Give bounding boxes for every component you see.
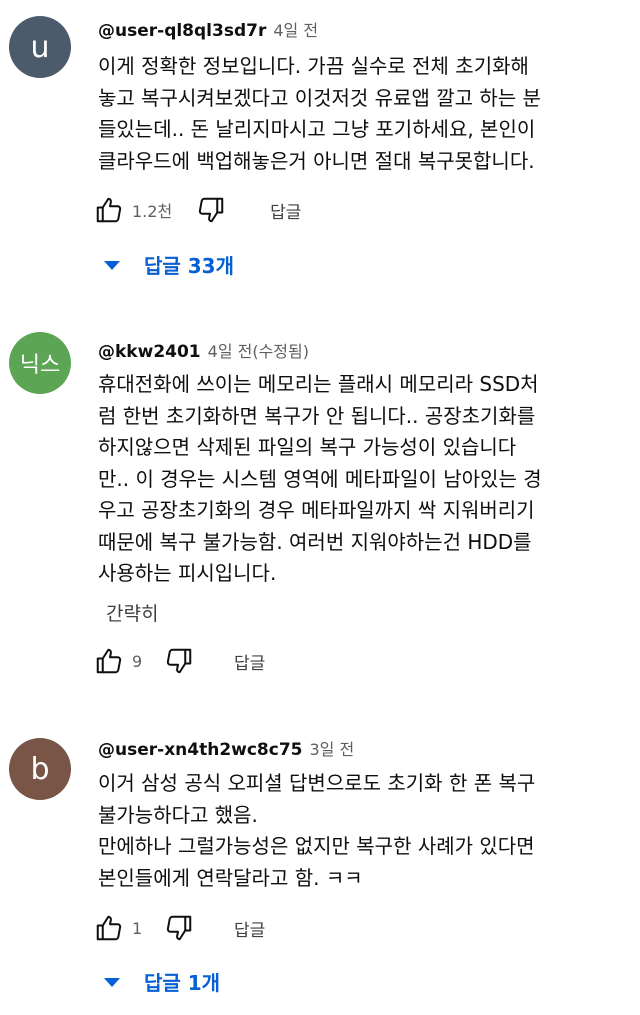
avatar-letter: b	[30, 751, 50, 787]
comment-text-line: 하지않으면 삭제된 파일의 복구 가능성이 있습니다	[98, 435, 517, 459]
thumbs-up-icon	[96, 648, 122, 674]
view-replies-label: 답글 1개	[144, 970, 221, 995]
comment-actions: 9 답글	[92, 643, 265, 679]
avatar-letter: 닉스	[19, 353, 61, 378]
avatar[interactable]: 닉스	[9, 332, 71, 394]
comment-time[interactable]: 4일 전(수정됨)	[208, 338, 309, 362]
comment-header: @kkw2401 4일 전(수정됨)	[98, 338, 309, 364]
comment-actions: 1.2천 답글	[92, 192, 301, 228]
comment-text-line: 본인들에게 연락달라고 함. ㅋㅋ	[98, 865, 363, 890]
comment-time[interactable]: 3일 전	[310, 736, 355, 760]
dislike-button[interactable]	[162, 911, 196, 945]
comment-text-line: 만에하나 그럴가능성은 없지만 복구한 사례가 있다면	[98, 834, 535, 858]
like-count: 1.2천	[132, 202, 173, 221]
thumbs-up-icon	[96, 197, 122, 223]
comment-text: 이거 삼성 공식 오피셜 답변으로도 초기화 한 폰 복구 불가능하다고 했음.…	[98, 768, 628, 894]
comment-actions: 1 답글	[92, 910, 265, 946]
comment-text-line: 때문에 복구 불가능함. 여러번 지워야하는건 HDD를	[98, 529, 532, 554]
comment-text-line: 럼 한번 초기화하면 복구가 안 됩니다.. 공장초기화를	[98, 403, 536, 428]
comment-author[interactable]: @kkw2401	[98, 342, 201, 362]
view-replies-button[interactable]: 답글 33개	[104, 249, 234, 279]
comment-text-line: 휴대전화에 쓰이는 메모리는 플래시 메모리라 SSD처	[98, 372, 539, 396]
thumbs-up-icon	[96, 915, 122, 941]
caret-down-icon	[104, 261, 120, 270]
comment-header: @user-ql8ql3sd7r 4일 전	[98, 17, 318, 43]
thumbs-down-icon	[166, 915, 192, 941]
comment-text-line: 이거 삼성 공식 오피셜 답변으로도 초기화 한 폰 복구	[98, 771, 536, 795]
avatar[interactable]: u	[9, 16, 71, 78]
comment-text-line: 놓고 복구시켜보겠다고 이것저것 유료앱 깔고 하는 분	[98, 85, 541, 110]
view-replies-label: 답글 33개	[144, 253, 234, 278]
like-count: 1	[132, 918, 143, 938]
comment-text: 휴대전화에 쓰이는 메모리는 플래시 메모리라 SSD처 럼 한번 초기화하면 …	[98, 369, 628, 590]
like-button[interactable]	[92, 644, 126, 678]
like-button[interactable]	[92, 911, 126, 945]
comment-text-line: 불가능하다고 했음.	[98, 802, 258, 827]
caret-down-icon	[104, 978, 120, 987]
comment-header: @user-xn4th2wc8c75 3일 전	[98, 736, 354, 762]
comment-text-line: 만.. 이 경우는 시스템 영역에 메타파일이 남아있는 경	[98, 466, 542, 491]
show-less-button[interactable]: 간략히	[106, 599, 158, 626]
reply-button[interactable]: 답글	[234, 916, 265, 941]
comment-text: 이게 정확한 정보입니다. 가끔 실수로 전체 초기화해 놓고 복구시켜보겠다고…	[98, 51, 628, 177]
comment-text-line: 클라우드에 백업해놓은거 아니면 절대 복구못합니다.	[98, 148, 535, 173]
dislike-button[interactable]	[194, 193, 228, 227]
view-replies-button[interactable]: 답글 1개	[104, 966, 220, 996]
reply-button[interactable]: 답글	[234, 649, 265, 674]
thumbs-down-icon	[199, 197, 224, 223]
like-button[interactable]	[92, 193, 126, 227]
avatar[interactable]: b	[9, 738, 71, 800]
avatar-letter: u	[30, 29, 50, 65]
reply-button[interactable]: 답글	[270, 198, 301, 223]
comment-text-line: 사용하는 피시입니다.	[98, 561, 277, 585]
comment-text-line: 이게 정확한 정보입니다. 가끔 실수로 전체 초기화해	[98, 54, 529, 78]
thumbs-down-icon	[166, 648, 192, 674]
comment-text-line: 들있는데.. 돈 날리지마시고 그냥 포기하세요, 본인이	[98, 117, 536, 141]
dislike-button[interactable]	[162, 644, 196, 678]
like-count: 9	[132, 651, 143, 671]
comment-time[interactable]: 4일 전	[273, 17, 318, 41]
comment-author[interactable]: @user-xn4th2wc8c75	[98, 740, 303, 760]
comment-text-line: 우고 공장초기화의 경우 메타파일까지 싹 지워버리기	[98, 498, 535, 522]
comment-author[interactable]: @user-ql8ql3sd7r	[98, 21, 266, 41]
